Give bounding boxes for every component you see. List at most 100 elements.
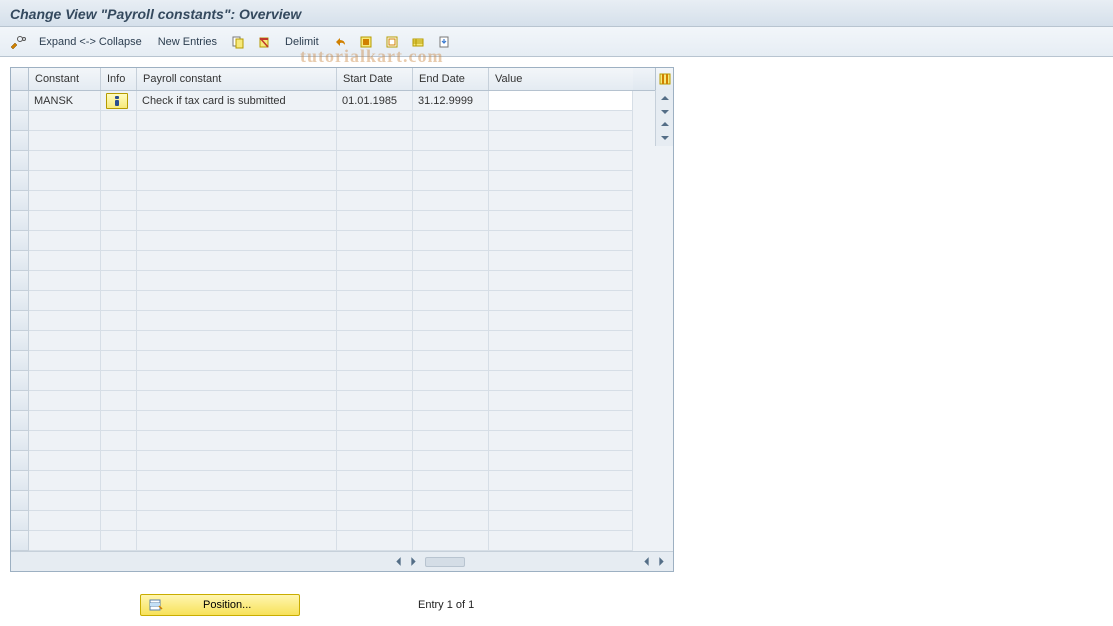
scroll-up-bottom-icon[interactable] — [659, 118, 671, 130]
cell-payroll-constant — [137, 451, 337, 471]
cell-value[interactable] — [489, 91, 633, 111]
row-selector[interactable] — [11, 271, 29, 291]
cell-end-date — [413, 411, 489, 431]
row-selector[interactable] — [11, 91, 29, 111]
table-row[interactable] — [11, 351, 655, 371]
hscroll-left2-icon[interactable] — [640, 555, 653, 568]
hscroll-right2-icon[interactable] — [655, 555, 668, 568]
cell-end-date — [413, 271, 489, 291]
expand-collapse-button[interactable]: Expand <-> Collapse — [32, 31, 149, 53]
row-selector[interactable] — [11, 171, 29, 191]
cell-end-date — [413, 431, 489, 451]
row-selector[interactable] — [11, 251, 29, 271]
cell-start-date — [337, 251, 413, 271]
cell-end-date — [413, 531, 489, 551]
row-selector[interactable] — [11, 371, 29, 391]
configure-columns-icon — [659, 73, 671, 85]
row-selector[interactable] — [11, 451, 29, 471]
row-selector[interactable] — [11, 191, 29, 211]
cell-info — [101, 451, 137, 471]
column-header-value[interactable]: Value — [489, 68, 633, 90]
table-row[interactable] — [11, 231, 655, 251]
column-header-payroll-constant[interactable]: Payroll constant — [137, 68, 337, 90]
row-selector[interactable] — [11, 311, 29, 331]
column-header-end-date[interactable]: End Date — [413, 68, 489, 90]
table-row[interactable] — [11, 531, 655, 551]
table-row[interactable] — [11, 171, 655, 191]
row-selector[interactable] — [11, 491, 29, 511]
select-all-button[interactable] — [354, 31, 378, 53]
hscroll-right-icon[interactable] — [407, 555, 420, 568]
table-row[interactable] — [11, 211, 655, 231]
column-header-constant[interactable]: Constant — [29, 68, 101, 90]
row-selector-header[interactable] — [11, 68, 29, 90]
position-button[interactable]: Position... — [140, 594, 300, 616]
table-row[interactable] — [11, 491, 655, 511]
cell-payroll-constant — [137, 251, 337, 271]
table-row[interactable] — [11, 111, 655, 131]
table-row[interactable] — [11, 251, 655, 271]
copy-button[interactable] — [226, 31, 250, 53]
cell-constant[interactable]: MANSK — [29, 91, 101, 111]
scroll-down-bottom-icon[interactable] — [659, 132, 671, 144]
row-selector[interactable] — [11, 411, 29, 431]
table-row[interactable] — [11, 311, 655, 331]
display-change-toggle-button[interactable] — [6, 31, 30, 53]
row-selector[interactable] — [11, 151, 29, 171]
table-row[interactable] — [11, 391, 655, 411]
undo-change-button[interactable] — [328, 31, 352, 53]
hscroll-thumb[interactable] — [425, 557, 465, 567]
cell-info — [101, 351, 137, 371]
row-selector[interactable] — [11, 351, 29, 371]
row-selector[interactable] — [11, 471, 29, 491]
table-row[interactable] — [11, 431, 655, 451]
row-selector[interactable] — [11, 131, 29, 151]
table-row[interactable] — [11, 291, 655, 311]
row-selector[interactable] — [11, 111, 29, 131]
table-row[interactable] — [11, 151, 655, 171]
vertical-scrollbar[interactable] — [655, 90, 673, 146]
cell-constant — [29, 291, 101, 311]
row-selector[interactable] — [11, 391, 29, 411]
row-selector[interactable] — [11, 231, 29, 251]
deselect-all-button[interactable] — [380, 31, 404, 53]
horizontal-scrollbar[interactable] — [11, 551, 673, 571]
cell-start-date[interactable]: 01.01.1985 — [337, 91, 413, 111]
delimit-button[interactable]: Delimit — [278, 31, 326, 53]
table-row[interactable] — [11, 451, 655, 471]
table-row[interactable]: MANSK Check if tax card is submitted01.01… — [11, 91, 655, 111]
table-row[interactable] — [11, 331, 655, 351]
pencil-glasses-icon — [10, 35, 26, 49]
table-row[interactable] — [11, 471, 655, 491]
table-row[interactable] — [11, 191, 655, 211]
row-selector[interactable] — [11, 291, 29, 311]
cell-end-date[interactable]: 31.12.9999 — [413, 91, 489, 111]
row-selector[interactable] — [11, 211, 29, 231]
cell-end-date — [413, 231, 489, 251]
row-selector[interactable] — [11, 511, 29, 531]
configure-columns-button[interactable] — [655, 68, 673, 90]
cell-payroll-constant — [137, 411, 337, 431]
cell-payroll-constant[interactable]: Check if tax card is submitted — [137, 91, 337, 111]
row-selector[interactable] — [11, 531, 29, 551]
table-row[interactable] — [11, 271, 655, 291]
row-selector[interactable] — [11, 431, 29, 451]
new-entries-button[interactable]: New Entries — [151, 31, 224, 53]
column-header-info[interactable]: Info — [101, 68, 137, 90]
hscroll-left-icon[interactable] — [392, 555, 405, 568]
cell-constant — [29, 451, 101, 471]
delete-button[interactable] — [252, 31, 276, 53]
table-row[interactable] — [11, 371, 655, 391]
table-row[interactable] — [11, 411, 655, 431]
row-selector[interactable] — [11, 331, 29, 351]
column-header-start-date[interactable]: Start Date — [337, 68, 413, 90]
print-button[interactable] — [406, 31, 430, 53]
cell-info[interactable] — [101, 91, 137, 111]
cell-payroll-constant — [137, 271, 337, 291]
download-button[interactable] — [432, 31, 456, 53]
table-row[interactable] — [11, 511, 655, 531]
info-button[interactable] — [106, 93, 128, 109]
table-row[interactable] — [11, 131, 655, 151]
scroll-up-icon[interactable] — [659, 92, 671, 104]
scroll-down-icon[interactable] — [659, 106, 671, 118]
